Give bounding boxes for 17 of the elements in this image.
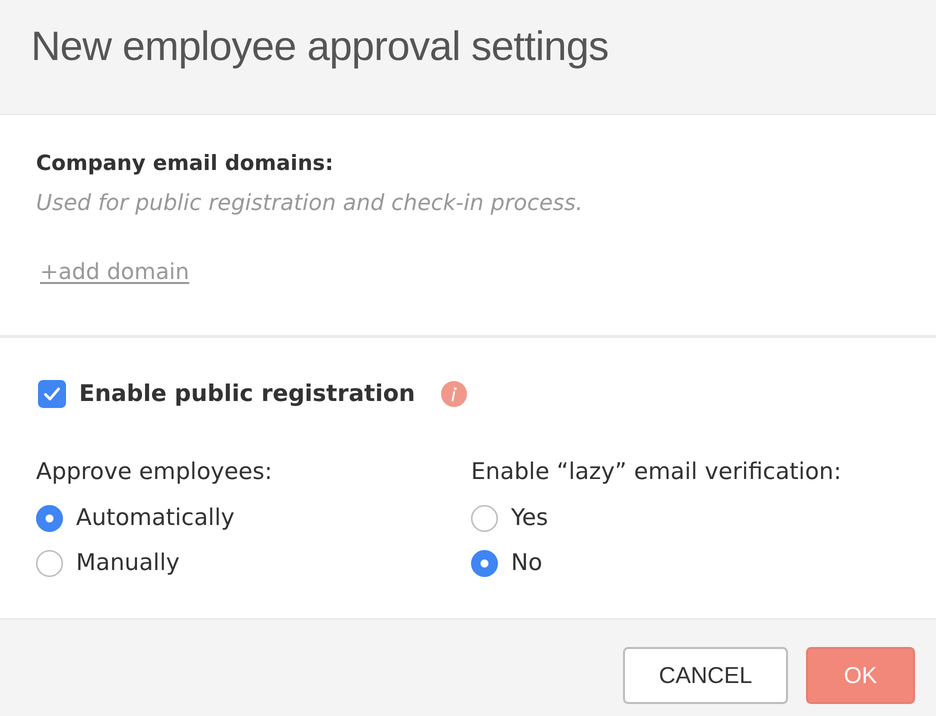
dialog-title: New employee approval settings xyxy=(31,22,609,70)
section-heading: Company email domains: xyxy=(36,150,334,177)
radio-button[interactable] xyxy=(471,504,498,532)
radio-group-label: Enable “lazy” email verification: xyxy=(471,458,842,486)
radio-option-label[interactable]: No xyxy=(511,549,542,577)
radio-button[interactable] xyxy=(36,550,63,576)
checked-checkbox[interactable] xyxy=(38,380,66,408)
radio-group-label: Approve employees: xyxy=(36,458,272,486)
radio-option-label[interactable]: Automatically xyxy=(76,504,234,532)
cancel-button[interactable]: CANCEL xyxy=(623,647,788,704)
selected-radio-button[interactable] xyxy=(471,550,498,576)
section-description: Used for public registration and check-in process. xyxy=(36,190,583,218)
radio-option-label[interactable]: Manually xyxy=(76,549,180,577)
info-icon[interactable] xyxy=(441,381,468,407)
selected-radio-button[interactable] xyxy=(36,504,63,532)
checkbox-label: Enable public registration xyxy=(79,380,416,408)
radio-option-label[interactable]: Yes xyxy=(511,504,548,532)
